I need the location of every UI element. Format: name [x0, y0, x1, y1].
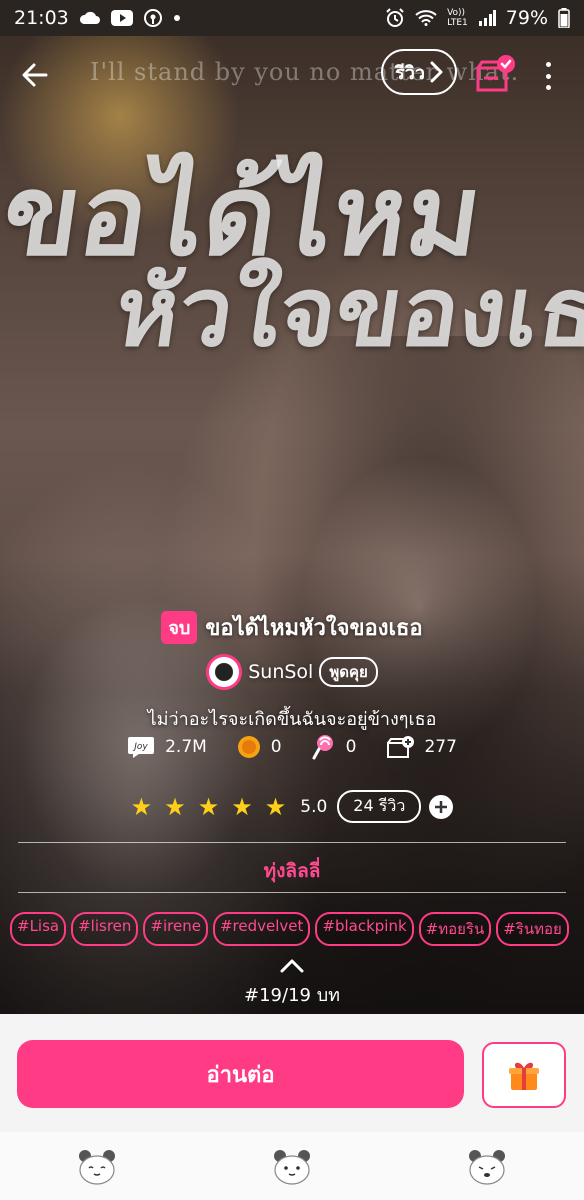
coins-stat: 0	[237, 735, 282, 759]
status-time: 21:03	[14, 7, 69, 29]
reviews-count-button[interactable]: 24 รีวิว	[337, 790, 422, 823]
arrow-left-icon	[22, 63, 48, 87]
category-link[interactable]: ทุ่งลิลลี่	[0, 856, 584, 886]
action-area: อ่านต่อ	[0, 1014, 584, 1132]
star-icon: ★	[264, 792, 287, 821]
nav-item-mascot-2[interactable]	[264, 1142, 320, 1190]
battery-percent: 79%	[505, 7, 548, 29]
story-synopsis: ไม่ว่าอะไรจะเกิดขึ้นฉันจะอยู่ข้างๆเธอ	[147, 709, 437, 730]
star-icon: ★	[197, 792, 220, 821]
signal-icon	[478, 10, 496, 26]
divider	[18, 892, 566, 893]
divider	[18, 842, 566, 843]
title-row: จบ ขอได้ไหมหัวใจของเธอ	[0, 610, 584, 645]
tag-chip[interactable]: #ทอยริน	[418, 912, 492, 946]
status-left: 21:03	[14, 7, 181, 29]
avatar-image	[215, 663, 234, 681]
library-check-icon	[476, 55, 515, 92]
rating-value: 5.0	[300, 796, 328, 817]
back-button[interactable]	[16, 56, 54, 94]
review-button-label: รีวิว	[395, 62, 425, 84]
network-type: Vo)) LTE1	[447, 8, 468, 28]
bear-mascot-icon	[273, 1150, 310, 1185]
star-icon: ★	[130, 792, 153, 821]
story-title: ขอได้ไหมหัวใจของเธอ	[205, 616, 423, 641]
bear-mascot-icon	[468, 1150, 505, 1185]
status-right: Vo)) LTE1 79%	[385, 7, 570, 29]
rating-row: ★ ★ ★ ★ ★ 5.0 24 รีวิว	[0, 790, 584, 823]
add-review-button[interactable]	[429, 794, 454, 819]
alarm-icon	[385, 8, 405, 28]
tag-chip[interactable]: #Lisa	[10, 912, 67, 946]
top-app-bar: รีวิว	[0, 36, 584, 114]
chevron-up-icon[interactable]	[279, 958, 305, 974]
bear-mascot-icon	[79, 1150, 116, 1185]
library-adds-count: 277	[424, 737, 457, 757]
notification-dot-icon	[173, 14, 181, 22]
podcast-icon	[143, 8, 163, 28]
nav-item-mascot-1[interactable]	[69, 1142, 125, 1190]
episode-count: #19/19 บท	[244, 985, 340, 1006]
plus-icon	[435, 800, 448, 813]
author-row[interactable]: SunSol พูดคุย	[0, 654, 584, 690]
nav-item-mascot-3[interactable]	[459, 1142, 515, 1190]
add-to-library-button[interactable]	[474, 54, 516, 96]
author-name[interactable]: SunSol	[248, 661, 313, 683]
library-adds-stat: 277	[386, 735, 457, 759]
svg-text:Joy: Joy	[132, 742, 148, 752]
views-count: 2.7M	[165, 737, 207, 757]
star-rating: ★ ★ ★ ★ ★	[131, 795, 287, 819]
more-dot-icon	[545, 85, 551, 90]
star-icon: ★	[231, 792, 253, 821]
coins-count: 0	[270, 737, 282, 757]
chat-button[interactable]: พูดคุย	[319, 657, 378, 687]
youtube-icon	[110, 10, 133, 26]
tag-list: #Lisa #lisren #irene #redvelvet #blackpink #ท…	[10, 912, 580, 946]
gift-button[interactable]	[482, 1042, 566, 1108]
lollipop-icon	[312, 735, 333, 760]
tag-chip[interactable]: #lisren	[71, 912, 139, 946]
stats-row: Joy 2.7M 0 0 277	[0, 734, 584, 760]
lollipops-count: 0	[345, 737, 357, 757]
network-bottom-label: LTE1	[447, 18, 468, 28]
lollipops-stat: 0	[312, 734, 357, 760]
cover-title-line2: หัวใจของเธ	[108, 255, 584, 368]
coin-icon	[237, 736, 260, 758]
tag-chip[interactable]: #blackpink	[315, 912, 414, 946]
wifi-icon	[415, 10, 437, 26]
more-dot-icon	[545, 62, 551, 67]
tag-chip[interactable]: #redvelvet	[212, 912, 311, 946]
more-options-button[interactable]	[536, 58, 560, 94]
gift-icon	[509, 1062, 539, 1090]
star-icon: ★	[164, 792, 186, 821]
status-bar: 21:03 Vo)) LTE1 79%	[0, 0, 584, 36]
library-add-icon	[387, 736, 415, 758]
more-dot-icon	[545, 73, 551, 79]
tag-chip[interactable]: #irene	[143, 912, 208, 946]
cloud-icon	[79, 11, 101, 25]
review-button[interactable]: รีวิว	[381, 49, 457, 95]
bottom-nav	[0, 1132, 584, 1200]
tag-chip[interactable]: #รินทอย	[496, 912, 569, 946]
battery-icon	[558, 8, 570, 28]
views-stat: Joy 2.7M	[127, 735, 207, 759]
author-avatar[interactable]	[206, 654, 243, 690]
completed-badge: จบ	[161, 611, 198, 644]
continue-reading-button[interactable]: อ่านต่อ	[17, 1040, 464, 1108]
joy-views-icon: Joy	[128, 737, 155, 758]
chevron-right-icon	[430, 61, 443, 83]
network-top-label: Vo))	[447, 8, 466, 18]
